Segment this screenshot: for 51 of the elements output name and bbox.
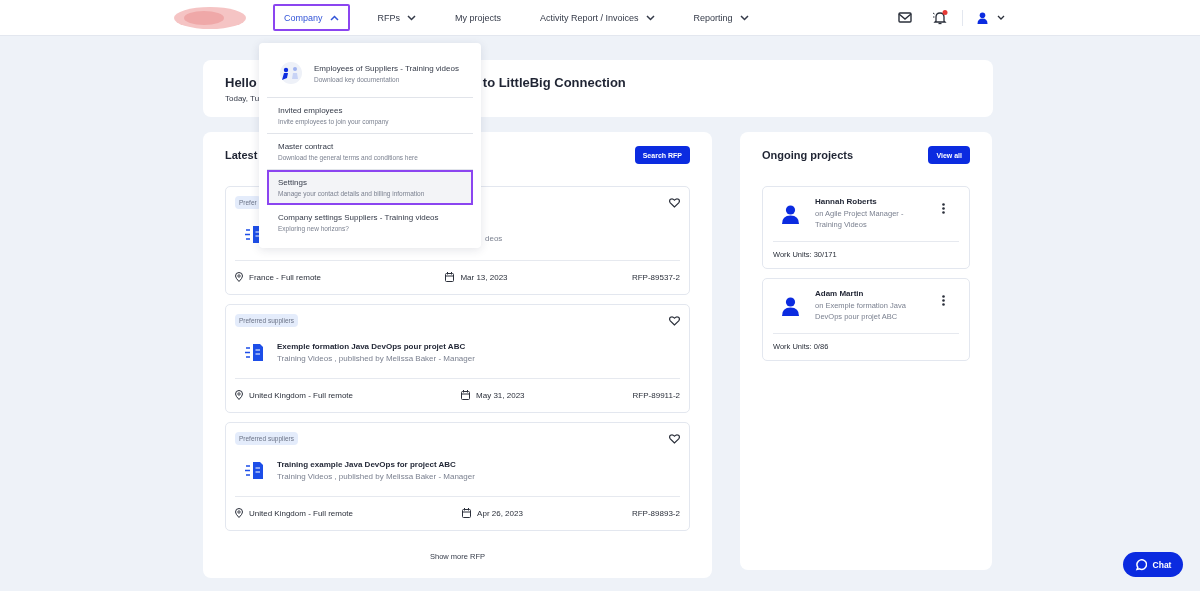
location-pin-icon: [235, 272, 243, 283]
location-text: United Kingdom - Full remote: [249, 508, 354, 518]
rfp-id: RFP-89537-2: [631, 272, 680, 282]
rfp-title[interactable]: Exemple formation Java DevOps pour projet ABC: [277, 341, 475, 351]
calendar-icon: [461, 390, 471, 401]
rfp-subtitle: deos: [485, 233, 503, 243]
person-name: Adam Martin: [815, 289, 865, 298]
caret-icon[interactable]: [739, 14, 749, 21]
caret-icon[interactable]: [645, 14, 655, 21]
caret-icon[interactable]: [407, 14, 417, 21]
chat-bubble-icon: [1134, 558, 1147, 571]
greeting-text: to LittleBig Connection: [482, 75, 626, 90]
calendar-icon: [462, 508, 472, 519]
date-text: Apr 26, 2023: [477, 508, 523, 518]
caret-icon[interactable]: [997, 15, 1005, 20]
date-text: Today, Tu: [225, 94, 261, 103]
greeting-text: Hello: [225, 75, 257, 90]
avatar-icon: [782, 205, 799, 224]
location-text: France - Full remote: [249, 272, 322, 282]
calendar-icon: [445, 272, 455, 283]
heart-icon[interactable]: [669, 433, 680, 444]
more-icon[interactable]: [942, 203, 945, 214]
rfp-id: RFP-89893-2: [631, 508, 680, 518]
location-text: United Kingdom - Full remote: [249, 390, 354, 400]
rfp-subtitle: Training Videos , published by Melissa Baker - Manager: [277, 353, 475, 363]
mail-icon[interactable]: [898, 12, 912, 23]
nav-tab[interactable]: RFPs: [366, 4, 428, 31]
bell-icon[interactable]: [932, 10, 948, 25]
rfp-id: RFP-89911-2: [632, 390, 680, 400]
nav-tab[interactable]: Company: [273, 4, 350, 31]
rfp-subtitle: Training Videos , published by Melissa Baker - Manager: [277, 471, 475, 481]
avatar-icon: [782, 297, 799, 316]
rfp-title[interactable]: Training example Java DevOps for project ABC: [277, 459, 475, 469]
person-name: Hannah Roberts: [815, 197, 878, 206]
date-text: Mar 13, 2023: [460, 272, 508, 282]
nav-tab[interactable]: Activity Report / Invoices: [529, 4, 666, 31]
nav-tab[interactable]: My projects: [444, 4, 513, 31]
panel-title: Latest: [225, 149, 258, 161]
user-menu-button[interactable]: [977, 11, 1005, 24]
location-pin-icon: [235, 390, 243, 401]
heart-icon[interactable]: [669, 315, 680, 326]
document-icon: [245, 343, 263, 361]
document-icon: [245, 461, 263, 479]
caret-icon[interactable]: [329, 14, 339, 21]
date-text: May 31, 2023: [476, 390, 525, 400]
panel-title: Ongoing projects: [762, 149, 854, 161]
nav-tab[interactable]: Reporting: [682, 4, 760, 31]
more-icon[interactable]: [942, 295, 945, 306]
location-pin-icon: [235, 508, 243, 519]
heart-icon[interactable]: [669, 197, 680, 208]
chat-button[interactable]: Chat: [1123, 552, 1183, 577]
